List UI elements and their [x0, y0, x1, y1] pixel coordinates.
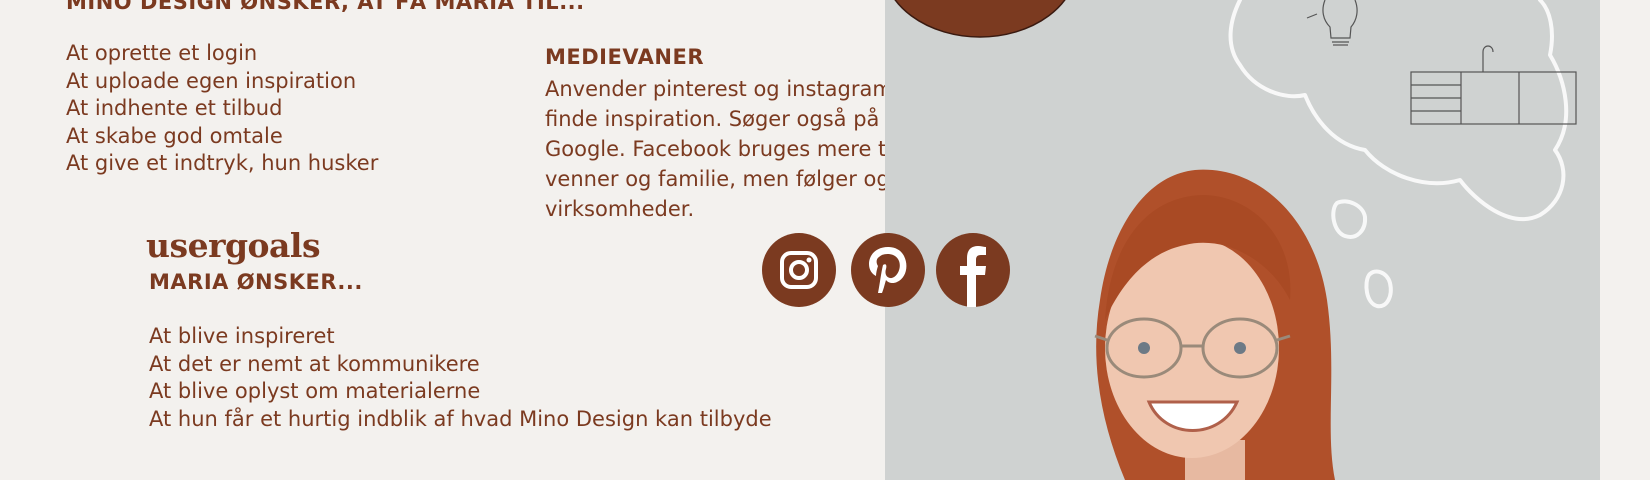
business-goal-item: At uploade egen inspiration: [66, 68, 357, 93]
business-goal-item: At indhente et tilbud: [66, 96, 283, 120]
business-goals-heading: MINO DESIGN ØNSKER, AT FÅ MARIA TIL...: [66, 0, 585, 14]
facebook-icon[interactable]: [936, 233, 1010, 307]
lightbulb-icon: [1306, 0, 1358, 46]
business-goal-item: At give et indtryk, hun husker: [66, 151, 379, 175]
user-goal-item: At blive inspireret: [149, 324, 335, 348]
business-goal-item: At skabe god omtale: [66, 123, 283, 148]
pinterest-icon[interactable]: [851, 233, 925, 307]
instagram-icon[interactable]: [762, 233, 836, 307]
user-goals-list: At blive inspireret At det er nemt at ko…: [149, 323, 772, 433]
user-goal-item: At hun får et hurtig indblik af hvad Min…: [149, 406, 772, 431]
user-goal-item: At det er nemt at kommunikere: [149, 351, 480, 376]
business-goal-item: At oprette et login: [66, 41, 258, 65]
business-goals-list: At oprette et login At uploade egen insp…: [66, 40, 378, 178]
media-habits-title: MEDIEVANER: [545, 45, 705, 69]
user-goals-title: usergoals: [146, 226, 321, 265]
user-goal-item: At blive oplyst om materialerne: [149, 379, 481, 403]
user-goals-subtitle: MARIA ØNSKER...: [149, 270, 363, 294]
decorative-circle: [894, 0, 1066, 38]
